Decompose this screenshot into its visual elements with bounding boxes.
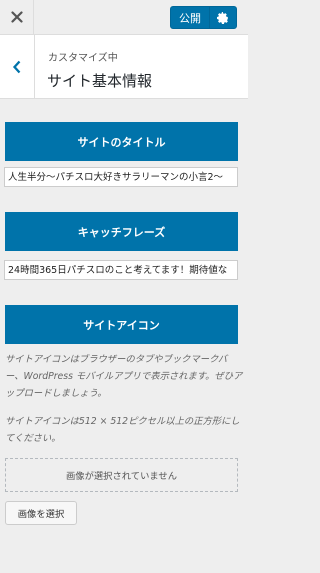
tagline-input[interactable]: 24時間365日パチスロのこと考えてます！期待値な — [4, 260, 238, 280]
site-icon-description: サイトアイコンはブラウザーのタブやブックマークバー、WordPress モバイル… — [5, 354, 243, 399]
close-button[interactable] — [0, 0, 34, 34]
back-button[interactable] — [0, 35, 35, 98]
publish-button-group: 公開 — [170, 6, 237, 29]
breadcrumb: カスタマイズ中 — [48, 53, 118, 64]
publish-button[interactable]: 公開 — [171, 7, 210, 28]
chevron-left-icon — [12, 60, 21, 73]
tagline-heading: キャッチフレーズ — [5, 212, 238, 251]
site-icon-size-note: サイトアイコンは512 × 512ピクセル以上の正方形にしてください。 — [5, 416, 240, 444]
customizer-topbar: 公開 — [0, 0, 248, 35]
page-title: サイト基本情報 — [47, 72, 153, 90]
select-image-button[interactable]: 画像を選択 — [5, 501, 77, 525]
site-icon-heading: サイトアイコン — [5, 305, 238, 344]
no-image-placeholder: 画像が選択されていません — [5, 458, 238, 492]
site-title-heading: サイトのタイトル — [5, 122, 238, 161]
publish-settings-button[interactable] — [210, 7, 236, 28]
site-title-input[interactable]: 人生半分〜パチスロ大好きサラリーマンの小言2〜 — [4, 167, 238, 187]
close-icon — [10, 11, 23, 23]
section-header: カスタマイズ中 サイト基本情報 — [0, 35, 248, 99]
gear-icon — [217, 11, 228, 24]
